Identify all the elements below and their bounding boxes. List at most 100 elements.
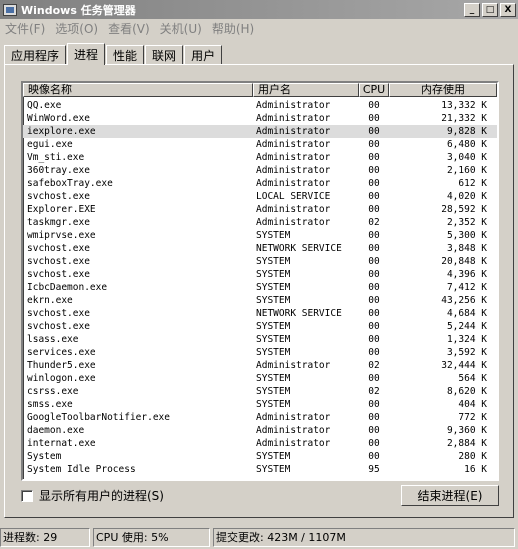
process-memory-cell: 6,480 K [446,139,487,150]
process-user-cell: NETWORK SERVICE [256,308,342,319]
tab-networking[interactable]: 联网 [145,45,184,64]
table-row[interactable]: wmiprvse.exe SYSTEM 00 5,300 K [23,229,497,242]
table-row[interactable]: taskmgr.exe Administrator 02 2,352 K [23,216,497,229]
process-memory-cell: 280 K [458,451,487,462]
process-name-cell: smss.exe [27,399,73,410]
process-name-cell: services.exe [27,347,96,358]
table-row[interactable]: services.exe SYSTEM 00 3,592 K [23,346,497,359]
table-row[interactable]: GoogleToolbarNotifier.exe Administrator 00… [23,411,497,424]
menu-bar: 文件(F) 选项(O) 查看(V) 关机(U) 帮助(H) [0,19,518,38]
menu-help[interactable]: 帮助(H) [207,20,259,37]
table-row[interactable]: Vm_sti.exe Administrator 00 3,040 K [23,151,497,164]
table-row[interactable]: smss.exe SYSTEM 00 404 K [23,398,497,411]
process-cpu-cell: 00 [368,243,380,254]
table-row[interactable]: safeboxTray.exe Administrator 00 612 K [23,177,497,190]
column-header-name[interactable]: 映像名称 [23,83,253,97]
end-process-button[interactable]: 结束进程(E) [401,485,499,506]
process-cpu-cell: 00 [368,282,380,293]
process-name-cell: System [27,451,62,462]
process-cpu-cell: 00 [368,347,380,358]
process-user-cell: Administrator [256,360,331,371]
close-button[interactable]: X [500,2,516,17]
menu-shutdown[interactable]: 关机(U) [155,20,207,37]
process-name-cell: System Idle Process [27,464,136,475]
table-row[interactable]: svchost.exe NETWORK SERVICE 00 4,684 K [23,307,497,320]
table-row[interactable]: svchost.exe SYSTEM 00 5,244 K [23,320,497,333]
table-row[interactable]: svchost.exe SYSTEM 00 4,396 K [23,268,497,281]
table-row[interactable]: iexplore.exe Administrator 00 9,828 K [23,125,497,138]
process-user-cell: Administrator [256,139,331,150]
table-row[interactable]: ekrn.exe SYSTEM 00 43,256 K [23,294,497,307]
table-row[interactable]: Explorer.EXE Administrator 00 28,592 K [23,203,497,216]
process-user-cell: SYSTEM [256,295,291,306]
tab-users[interactable]: 用户 [184,45,223,64]
process-user-cell: Administrator [256,412,331,423]
process-memory-cell: 9,828 K [446,126,487,137]
table-row[interactable]: lsass.exe SYSTEM 00 1,324 K [23,333,497,346]
process-user-cell: SYSTEM [256,230,291,241]
process-user-cell: Administrator [256,217,331,228]
column-header-user[interactable]: 用户名 [253,83,359,97]
table-row[interactable]: 360tray.exe Administrator 00 2,160 K [23,164,497,177]
menu-options[interactable]: 选项(O) [50,20,103,37]
process-memory-cell: 3,040 K [446,152,487,163]
table-row[interactable]: egui.exe Administrator 00 6,480 K [23,138,497,151]
process-cpu-cell: 00 [368,373,380,384]
maximize-button[interactable]: □ [482,2,498,17]
column-header-cpu[interactable]: CPU [359,83,389,97]
process-cpu-cell: 02 [368,360,380,371]
table-row[interactable]: daemon.exe Administrator 00 9,360 K [23,424,497,437]
process-cpu-cell: 00 [368,308,380,319]
column-header-memory[interactable]: 内存使用 [389,83,497,97]
process-memory-cell: 28,592 K [441,204,487,215]
tab-processes[interactable]: 进程 [67,43,106,65]
minimize-button[interactable]: _ [464,2,480,17]
process-cpu-cell: 00 [368,321,380,332]
process-user-cell: Administrator [256,204,331,215]
table-row[interactable]: Thunder5.exe Administrator 02 32,444 K [23,359,497,372]
table-row[interactable]: WinWord.exe Administrator 00 21,332 K [23,112,497,125]
process-user-cell: SYSTEM [256,451,291,462]
process-user-cell: SYSTEM [256,464,291,475]
process-list[interactable]: 映像名称 用户名 CPU 内存使用 QQ.exe Administrator 00 1… [21,81,499,481]
show-all-users[interactable]: 显示所有用户的进程(S) [21,487,164,504]
process-name-cell: svchost.exe [27,308,90,319]
process-name-cell: WinWord.exe [27,113,90,124]
process-cpu-cell: 00 [368,139,380,150]
table-row[interactable]: System Idle Process SYSTEM 95 16 K [23,463,497,476]
table-row[interactable]: winlogon.exe SYSTEM 00 564 K [23,372,497,385]
table-row[interactable]: svchost.exe NETWORK SERVICE 00 3,848 K [23,242,497,255]
table-row[interactable]: svchost.exe LOCAL SERVICE 00 4,020 K [23,190,497,203]
process-memory-cell: 5,244 K [446,321,487,332]
process-name-cell: svchost.exe [27,191,90,202]
process-name-cell: wmiprvse.exe [27,230,96,241]
table-row[interactable]: IcbcDaemon.exe SYSTEM 00 7,412 K [23,281,497,294]
show-all-users-checkbox[interactable] [21,489,33,502]
process-memory-cell: 3,848 K [446,243,487,254]
window-title: Windows 任务管理器 [21,3,136,17]
process-memory-cell: 32,444 K [441,360,487,371]
menu-file[interactable]: 文件(F) [0,20,50,37]
status-cpu-usage: CPU 使用: 5% [93,528,210,547]
menu-view[interactable]: 查看(V) [103,20,155,37]
process-name-cell: iexplore.exe [27,126,96,137]
table-row[interactable]: QQ.exe Administrator 00 13,332 K [23,99,497,112]
process-name-cell: daemon.exe [27,425,85,436]
process-user-cell: SYSTEM [256,373,291,384]
process-user-cell: NETWORK SERVICE [256,243,342,254]
process-memory-cell: 9,360 K [446,425,487,436]
process-memory-cell: 2,352 K [446,217,487,228]
table-row[interactable]: System SYSTEM 00 280 K [23,450,497,463]
tab-applications[interactable]: 应用程序 [4,45,67,64]
process-cpu-cell: 00 [368,165,380,176]
process-memory-cell: 7,412 K [446,282,487,293]
table-row[interactable]: svchost.exe SYSTEM 00 20,848 K [23,255,497,268]
process-name-cell: svchost.exe [27,256,90,267]
process-name-cell: egui.exe [27,139,73,150]
tab-performance[interactable]: 性能 [106,45,145,64]
process-user-cell: Administrator [256,100,331,111]
table-row[interactable]: internat.exe Administrator 00 2,884 K [23,437,497,450]
process-name-cell: Explorer.EXE [27,204,96,215]
table-row[interactable]: csrss.exe SYSTEM 02 8,620 K [23,385,497,398]
tab-strip: 应用程序 进程 性能 联网 用户 [4,43,223,65]
